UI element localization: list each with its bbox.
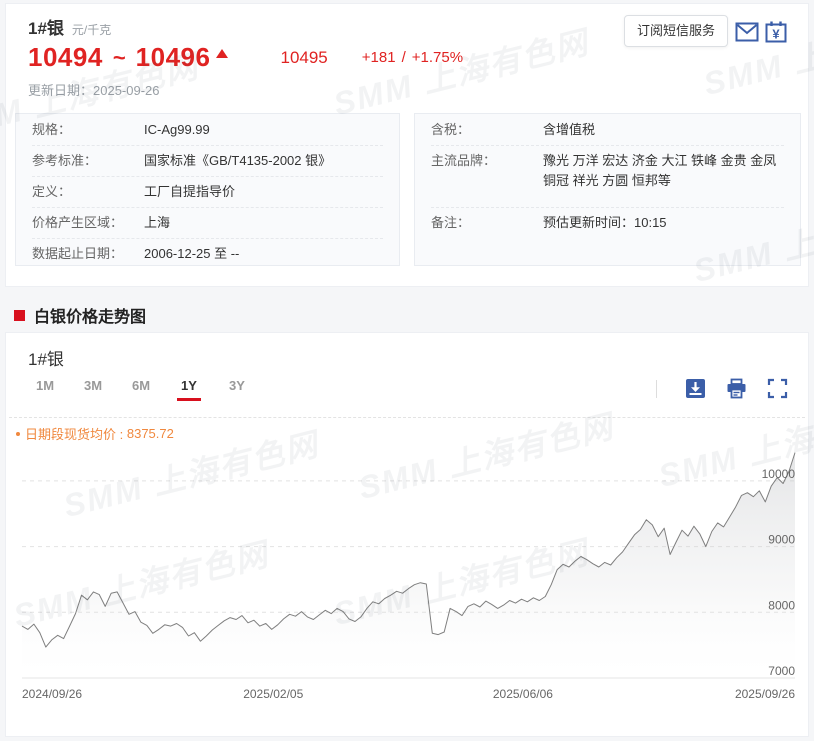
info-row: 规格： IC-Ag99.99	[32, 115, 383, 145]
price-change: +181 / +1.75%	[362, 49, 463, 66]
price-unit: 元/千克	[71, 23, 112, 37]
info-value: 含增值税	[543, 122, 596, 137]
y-axis-label: 7000	[768, 664, 795, 678]
info-value: IC-Ag99.99	[144, 122, 210, 137]
price-summary-card: 1#银 元/千克 10494 ~ 10496 10495 +181 / +1.75%…	[5, 3, 809, 287]
product-name: 1#银	[28, 19, 64, 38]
print-icon[interactable]	[726, 378, 747, 399]
update-date-row: 更新日期：2025-09-26	[28, 80, 160, 99]
update-date-label: 更新日期：	[28, 83, 94, 98]
info-value: 工厂自提指导价	[144, 184, 236, 199]
fullscreen-icon[interactable]	[767, 378, 788, 399]
info-value: 2006-12-25 至 --	[144, 246, 240, 261]
y-axis-label: 9000	[768, 533, 795, 547]
section-title: 白银价格走势图	[34, 309, 147, 326]
info-label: 主流品牌：	[431, 153, 497, 168]
tab-1m[interactable]: 1M	[28, 378, 62, 401]
toolbar-divider	[656, 379, 657, 398]
x-axis-label: 2025/06/06	[493, 687, 553, 701]
info-label: 参考标准：	[32, 153, 98, 168]
period-average-label: 日期段现货均价 :	[25, 427, 124, 442]
info-value: 上海	[144, 215, 171, 230]
section-bullet-icon	[14, 309, 25, 321]
price-up-arrow-icon	[216, 49, 229, 58]
save-image-icon[interactable]	[685, 378, 706, 399]
tab-3m[interactable]: 3M	[76, 378, 110, 401]
price-average: 10495	[280, 47, 328, 67]
bullet-icon	[16, 431, 20, 436]
info-row: 价格产生区域： 上海	[32, 207, 383, 238]
range-tabs: 1M 3M 6M 1Y 3Y	[28, 378, 268, 401]
info-label: 定义：	[32, 184, 72, 199]
spec-info-panel: 规格： IC-Ag99.99 参考标准： 国家标准《GB/T4135-2002 …	[15, 113, 400, 266]
x-axis-label: 2025/09/26	[735, 687, 795, 701]
chart-title: 1#银	[28, 350, 64, 369]
change-separator: /	[401, 49, 406, 66]
info-label: 含税：	[431, 122, 471, 137]
price-low: 10494	[28, 42, 103, 72]
info-row: 参考标准： 国家标准《GB/T4135-2002 银》	[32, 145, 383, 176]
x-axis-label: 2024/09/26	[22, 687, 82, 701]
info-row: 含税： 含增值税	[431, 115, 784, 145]
svg-text:¥: ¥	[772, 27, 780, 42]
period-average-price: 日期段现货均价 : 8375.72	[16, 424, 174, 443]
tab-6m[interactable]: 6M	[124, 378, 158, 401]
price-range-separator: ~	[112, 44, 126, 70]
change-value: +181	[361, 49, 396, 66]
section-header: 白银价格走势图	[14, 303, 146, 327]
chart-area-fill	[22, 452, 795, 678]
x-axis-label: 2025/02/05	[243, 687, 303, 701]
mail-icon[interactable]	[735, 20, 759, 44]
info-row: 主流品牌： 豫光 万洋 宏达 济金 大江 铁峰 金贵 金凤 铜冠 祥光 方圆 恒…	[431, 145, 784, 207]
update-date-value: 2025-09-26	[93, 83, 160, 98]
price-row: 10494 ~ 10496 10495 +181 / +1.75%	[28, 42, 463, 73]
chart-toolbar	[656, 378, 794, 399]
tax-brand-info-panel: 含税： 含增值税 主流品牌： 豫光 万洋 宏达 济金 大江 铁峰 金贵 金凤 铜…	[414, 113, 801, 266]
info-value: 国家标准《GB/T4135-2002 银》	[144, 153, 332, 168]
y-axis-label: 10000	[762, 467, 796, 481]
info-row: 备注： 预估更新时间：10:15	[431, 207, 784, 238]
subscribe-sms-button[interactable]: 订阅短信服务	[623, 15, 728, 47]
info-label: 备注：	[431, 215, 471, 230]
price-trend-chart-card: 1#银 1M 3M 6M 1Y 3Y 日期段现货均价: 8375.72 700…	[5, 332, 809, 737]
info-row: 数据起止日期： 2006-12-25 至 --	[32, 238, 383, 269]
tab-1y[interactable]: 1Y	[172, 378, 206, 401]
price-high: 10496	[135, 42, 211, 72]
divider	[9, 417, 805, 418]
price-line-chart[interactable]: 7000 8000 9000 10000 2024/09/26 2025/02/05 202…	[7, 446, 809, 714]
price-calendar-icon[interactable]: ¥	[764, 20, 788, 44]
y-axis-label: 8000	[768, 598, 795, 612]
info-value: 豫光 万洋 宏达 济金 大江 铁峰 金贵 金凤 铜冠 祥光 方圆 恒邦等	[543, 153, 777, 188]
info-label: 规格：	[32, 122, 72, 137]
period-average-value: 8375.72	[126, 426, 174, 441]
info-value: 预估更新时间：10:15	[543, 215, 667, 230]
info-label: 价格产生区域：	[32, 215, 124, 230]
change-percent: +1.75%	[411, 49, 464, 66]
info-row: 定义： 工厂自提指导价	[32, 176, 383, 207]
tab-3y[interactable]: 3Y	[220, 378, 254, 401]
info-label: 数据起止日期：	[32, 246, 124, 261]
product-header: 1#银 元/千克	[28, 14, 111, 39]
